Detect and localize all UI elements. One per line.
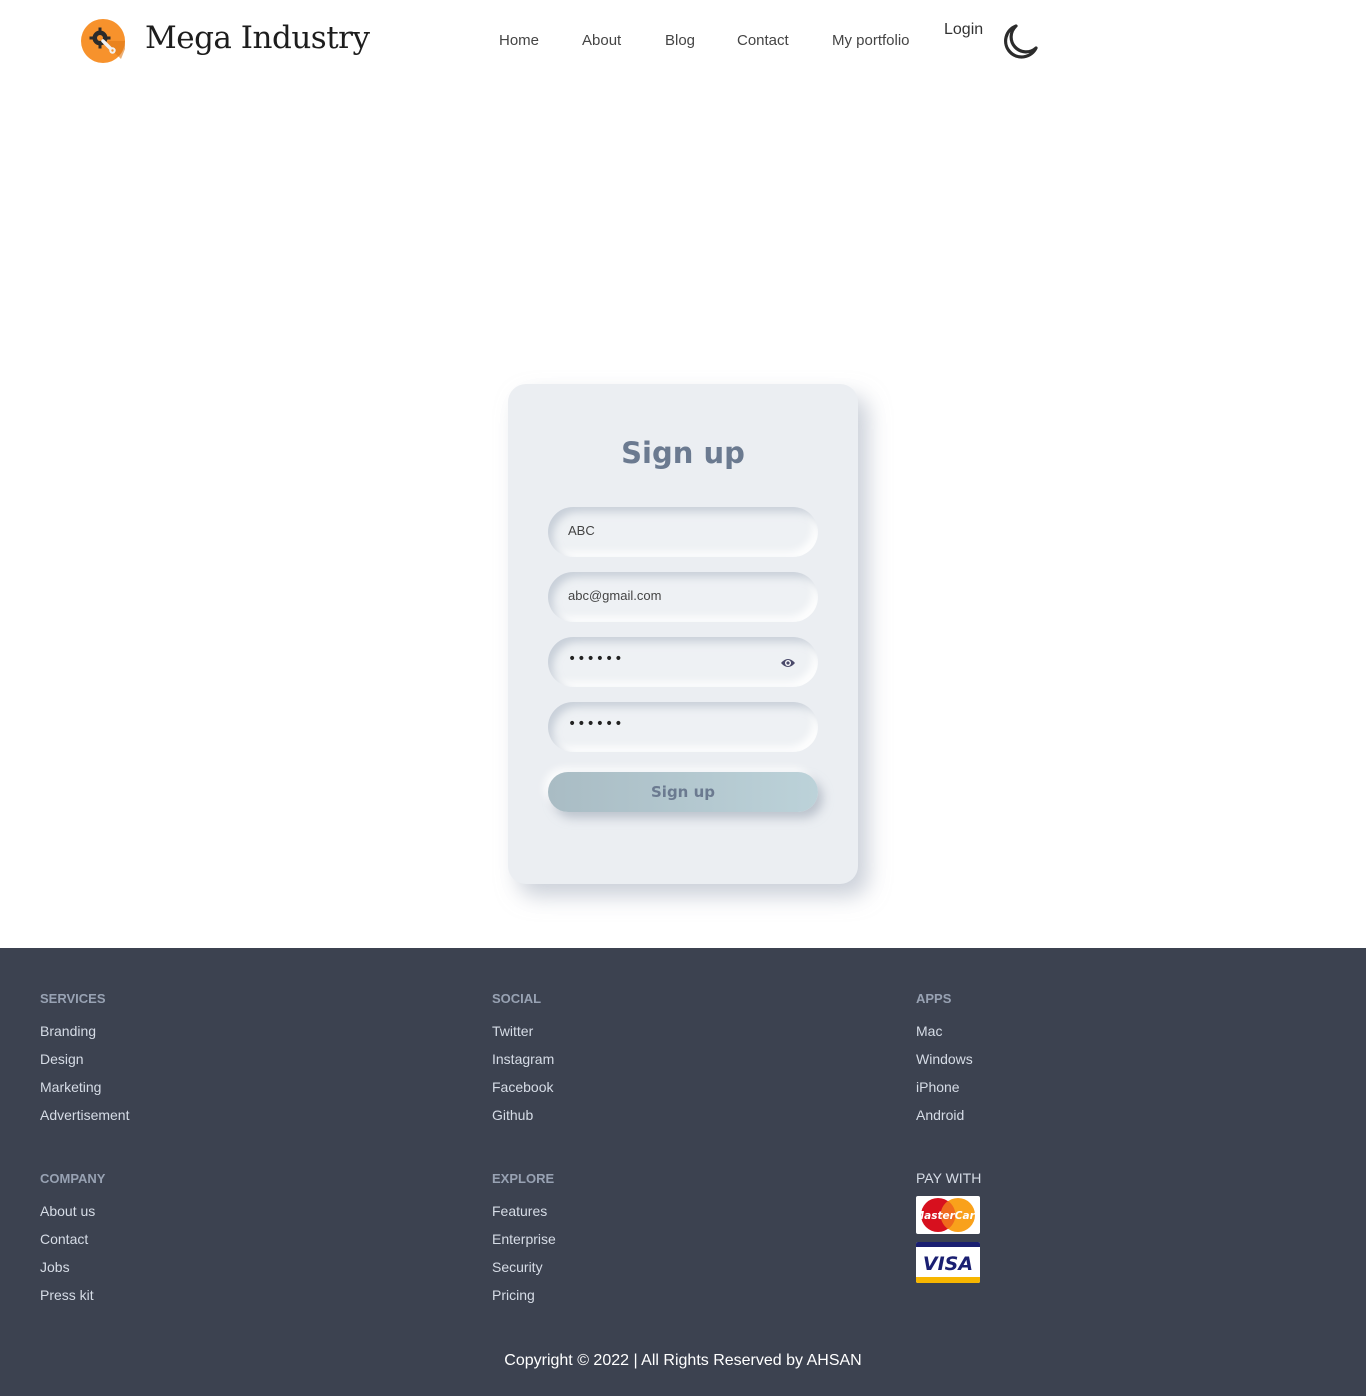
- copyright-text: Copyright © 2022 | All Rights Reserved b…: [504, 1352, 862, 1369]
- password-field[interactable]: ••••••: [548, 637, 818, 687]
- footer-heading-social: SOCIAL: [492, 991, 542, 1006]
- footer-link[interactable]: Design: [40, 1051, 129, 1079]
- footer-company: COMPANY About us Contact Jobs Press kit: [40, 1171, 105, 1315]
- confirm-password-field-value: ••••••: [568, 716, 624, 732]
- nav-blog[interactable]: Blog: [665, 32, 695, 49]
- nav-about[interactable]: About: [582, 32, 621, 49]
- visa-text: VISA: [923, 1253, 973, 1275]
- footer-link[interactable]: Marketing: [40, 1079, 129, 1107]
- footer-apps: APPS Mac Windows iPhone Android: [916, 991, 973, 1135]
- footer-link[interactable]: Pricing: [492, 1287, 556, 1315]
- pay-with-label: PAY WITH: [916, 1170, 982, 1186]
- site-header: Mega Industry Home About Blog Contact My…: [0, 0, 1366, 84]
- footer-heading-explore: EXPLORE: [492, 1171, 555, 1186]
- signup-title: Sign up: [621, 436, 745, 470]
- footer-link[interactable]: Mac: [916, 1023, 973, 1051]
- footer-link[interactable]: Contact: [40, 1231, 105, 1259]
- name-field-value: ABC: [568, 523, 595, 538]
- footer-social: SOCIAL Twitter Instagram Facebook Github: [492, 991, 554, 1135]
- footer-services: SERVICES Branding Design Marketing Adver…: [40, 991, 129, 1135]
- footer-link[interactable]: Facebook: [492, 1079, 554, 1107]
- footer-link[interactable]: iPhone: [916, 1079, 973, 1107]
- visa-logo: VISA: [916, 1242, 980, 1283]
- footer-link[interactable]: Branding: [40, 1023, 129, 1051]
- email-field[interactable]: abc@gmail.com: [548, 572, 818, 622]
- mastercard-logo: MasterCard: [916, 1196, 980, 1234]
- footer-link[interactable]: Advertisement: [40, 1107, 129, 1135]
- name-field[interactable]: ABC: [548, 507, 818, 557]
- password-field-value: ••••••: [568, 651, 624, 667]
- footer-link[interactable]: Security: [492, 1259, 556, 1287]
- footer-heading-apps: APPS: [916, 991, 952, 1006]
- login-link[interactable]: Login: [944, 21, 983, 39]
- footer-link[interactable]: Windows: [916, 1051, 973, 1079]
- footer-link[interactable]: Android: [916, 1107, 973, 1135]
- footer-link[interactable]: Features: [492, 1203, 556, 1231]
- footer-explore: EXPLORE Features Enterprise Security Pri…: [492, 1171, 556, 1315]
- footer-link[interactable]: Jobs: [40, 1259, 105, 1287]
- gear-wrench-icon[interactable]: [81, 19, 125, 63]
- footer-heading-company: COMPANY: [40, 1171, 106, 1186]
- mastercard-text: MasterCard: [916, 1210, 980, 1222]
- nav-my-portfolio[interactable]: My portfolio: [832, 32, 910, 49]
- footer-link[interactable]: Instagram: [492, 1051, 554, 1079]
- footer-link[interactable]: Enterprise: [492, 1231, 556, 1259]
- footer-link[interactable]: Press kit: [40, 1287, 105, 1315]
- footer-link[interactable]: About us: [40, 1203, 105, 1231]
- moon-icon[interactable]: [1000, 22, 1040, 62]
- email-field-value: abc@gmail.com: [568, 588, 662, 603]
- nav-home[interactable]: Home: [499, 32, 539, 49]
- eye-icon[interactable]: [780, 655, 796, 669]
- site-footer: SERVICES Branding Design Marketing Adver…: [0, 948, 1366, 1396]
- signup-card: Sign up ABC abc@gmail.com •••••• •••••• …: [508, 384, 858, 884]
- nav-contact[interactable]: Contact: [737, 32, 789, 49]
- signup-button[interactable]: Sign up: [548, 772, 818, 812]
- brand-name[interactable]: Mega Industry: [145, 20, 370, 56]
- footer-link[interactable]: Github: [492, 1107, 554, 1135]
- footer-link[interactable]: Twitter: [492, 1023, 554, 1051]
- confirm-password-field[interactable]: ••••••: [548, 702, 818, 752]
- footer-heading-services: SERVICES: [40, 991, 106, 1006]
